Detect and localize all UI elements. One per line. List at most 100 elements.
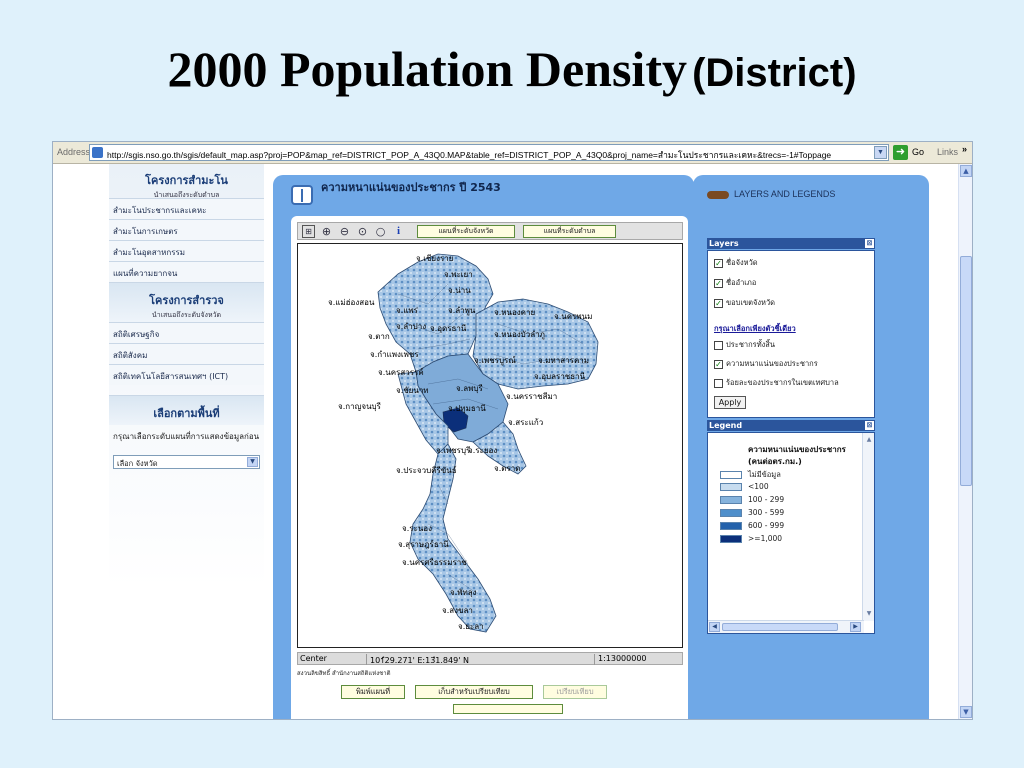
slide-title-suffix: (District) (692, 51, 857, 95)
census-title: โครงการสำมะโน (145, 175, 228, 187)
layers-icon (707, 191, 729, 199)
checkbox-unchecked-icon[interactable] (714, 378, 723, 388)
scroll-left-icon[interactable]: ◀ (709, 622, 720, 632)
layers-section-header: Layers ⊠ (707, 238, 875, 249)
scroll-up-icon[interactable]: ▲ (960, 165, 972, 177)
map-label: จ.ตาก (368, 332, 390, 341)
legend-horizontal-scrollbar[interactable]: ◀ ▶ (708, 620, 864, 633)
checkbox-unchecked-icon[interactable] (714, 340, 723, 350)
layer-row[interactable]: ✓ ขอบเขตจังหวัด (714, 297, 775, 309)
nav-item-industry-census[interactable]: สำมะโนอุตสาหกรรม (109, 240, 264, 261)
full-extent-icon[interactable]: ⊞ (302, 225, 315, 238)
zoom-out-icon[interactable]: ⊖ (338, 225, 351, 238)
apply-button[interactable]: Apply (714, 396, 746, 409)
checkbox-checked-icon[interactable]: ✓ (714, 278, 723, 288)
nav-item-poverty-map[interactable]: แผนที่ความยากจน (109, 261, 264, 282)
map-label: จ.ชัยนาท (396, 386, 429, 395)
compare-button[interactable]: เปรียบเทียบ (543, 685, 607, 699)
collapse-icon[interactable]: ⊠ (865, 239, 874, 248)
url-input[interactable]: http://sgis.nso.go.th/sgis/default_map.a… (89, 144, 889, 161)
center-coordinates: 101ํ29.271' E:13ํ1.849' N (366, 654, 469, 665)
layer-row[interactable]: ✓ ชื่ออำเภอ (714, 277, 756, 289)
legend-label: ไม่มีข้อมูล (748, 470, 781, 479)
pan-icon[interactable]: ⊙ (356, 225, 369, 238)
center-label: Center (300, 654, 327, 663)
indicator-row[interactable]: ✓ ความหนาแน่นของประชากร (714, 358, 818, 370)
print-map-button[interactable]: พิมพ์แผนที่ (341, 685, 405, 699)
map-panel: ความหนาแน่นของประชากร ปี 2543 ⊞ ⊕ ⊖ ⊙ ○ … (273, 175, 694, 719)
survey-subtitle: นำเสนอถึงระดับจังหวัด (151, 311, 222, 319)
map-label: จ.น่าน (448, 286, 471, 295)
nav-item-economic-stats[interactable]: สถิติเศรษฐกิจ (109, 322, 264, 343)
legend-swatch (720, 522, 742, 530)
go-button[interactable]: ➜ Go (893, 145, 933, 160)
scroll-thumb[interactable] (722, 623, 838, 631)
map-label: จ.ตราด (494, 464, 521, 473)
indicator-row[interactable]: ประชากรทั้งสิ้น (714, 339, 775, 351)
choose-one-note: กรุณาเลือกเพียงตัวชี้เดียว (714, 324, 796, 333)
save-compare-button[interactable]: เก็บสำหรับเปรียบเทียบ (415, 685, 533, 699)
survey-section-header: โครงการสำรวจ นำเสนอถึงระดับจังหวัด (109, 282, 264, 322)
links-chevron-icon[interactable]: » (962, 144, 967, 154)
subdistrict-map-button[interactable]: แผนที่ระดับตำบล (523, 225, 616, 238)
area-section-title: เลือกตามพื้นที่ (109, 395, 264, 425)
scroll-up-icon[interactable]: ▲ (864, 435, 874, 445)
zoom-in-icon[interactable]: ⊕ (320, 225, 333, 238)
map-label: จ.นครพนม (554, 312, 593, 321)
checkbox-checked-icon[interactable]: ✓ (714, 258, 723, 268)
chevron-down-icon[interactable]: ▼ (247, 457, 258, 467)
indicator-row[interactable]: ร้อยละของประชากรในเขตเทศบาล (714, 377, 839, 389)
legend-label: <100 (748, 482, 769, 491)
map-label: จ.ระยอง (468, 446, 498, 455)
province-map-button[interactable]: แผนที่ระดับจังหวัด (417, 225, 515, 238)
legend-title: Legend (709, 421, 743, 430)
collapse-icon[interactable]: ⊠ (865, 421, 874, 430)
nav-item-social-stats[interactable]: สถิติสังคม (109, 343, 264, 364)
checkbox-checked-icon[interactable]: ✓ (714, 359, 723, 369)
map-label: จ.อุบลราชธานี (534, 372, 586, 381)
map-label: จ.ปทุมธานี (448, 404, 486, 413)
map-label: จ.ลพบุรี (456, 384, 483, 393)
map-label: จ.ลำพูน (448, 306, 476, 315)
go-label: Go (912, 147, 925, 157)
page-vertical-scrollbar[interactable]: ▲ ▼ (958, 164, 972, 719)
nav-item-agriculture-census[interactable]: สำมะโนการเกษตร (109, 219, 264, 240)
layer-row[interactable]: ✓ ชื่อจังหวัด (714, 257, 758, 269)
scroll-down-icon[interactable]: ▼ (864, 609, 874, 619)
map-canvas[interactable]: จ.เชียงราย จ.พะเยา จ.น่าน จ.แม่ฮ่องสอน จ… (297, 243, 683, 648)
links-menu[interactable]: Links (937, 147, 958, 157)
area-level-select[interactable]: เลือก จังหวัด ▼ (113, 455, 260, 469)
area-level-select-value: เลือก จังหวัด (117, 459, 158, 468)
url-dropdown-icon[interactable]: ▼ (874, 146, 887, 159)
extra-button[interactable] (453, 704, 563, 714)
scroll-right-icon[interactable]: ▶ (850, 622, 861, 632)
map-label: จ.แพร่ (396, 306, 418, 315)
layer-label: ชื่ออำเภอ (726, 278, 757, 287)
checkbox-checked-icon[interactable]: ✓ (714, 298, 723, 308)
copyright-credit: สงวนลิขสิทธิ์ สำนักงานสถิติแห่งชาติ (297, 670, 391, 677)
left-navigation: โครงการสำมะโน นำเสนอถึงระดับตำบล สำมะโนป… (109, 164, 264, 634)
map-label: จ.พะเยา (444, 270, 473, 279)
map-label: จ.ลำปาง (396, 322, 427, 331)
layer-label: ขอบเขตจังหวัด (726, 298, 776, 307)
scroll-thumb[interactable] (960, 256, 972, 486)
legend-swatch (720, 471, 742, 479)
legend-vertical-scrollbar[interactable]: ▲ ▼ (862, 433, 874, 621)
indicator-label: ความหนาแน่นของประชากร (726, 359, 818, 368)
map-label: จ.พัทลุง (450, 588, 477, 597)
legend-box: ความหนาแน่นของประชากร (คนต่อตร.กม.) ไม่ม… (707, 432, 875, 634)
layers-box: ✓ ชื่อจังหวัด ✓ ชื่ออำเภอ ✓ ขอบเขตจังหวัด ก… (707, 250, 875, 418)
nav-item-ict-stats[interactable]: สถิติเทคโนโลยีสารสนเทศฯ (ICT) (109, 364, 264, 385)
address-label: Address (57, 147, 91, 157)
legend-item: ไม่มีข้อมูล (720, 469, 781, 481)
scroll-down-icon[interactable]: ▼ (960, 706, 972, 718)
legend-item: >=1,000 (720, 534, 782, 543)
map-label: จ.ยะลา (458, 622, 484, 631)
search-icon[interactable]: ○ (374, 225, 387, 238)
map-panel-titlebar: ความหนาแน่นของประชากร ปี 2543 (273, 175, 694, 209)
legend-item: 600 - 999 (720, 521, 784, 530)
map-label: จ.นครศรีธรรมราช (402, 558, 467, 567)
map-toolbar: ⊞ ⊕ ⊖ ⊙ ○ i แผนที่ระดับจังหวัด แผนที่ระด… (297, 222, 683, 240)
nav-item-population-census[interactable]: สำมะโนประชากรและเคหะ (109, 198, 264, 219)
info-icon[interactable]: i (392, 225, 405, 238)
